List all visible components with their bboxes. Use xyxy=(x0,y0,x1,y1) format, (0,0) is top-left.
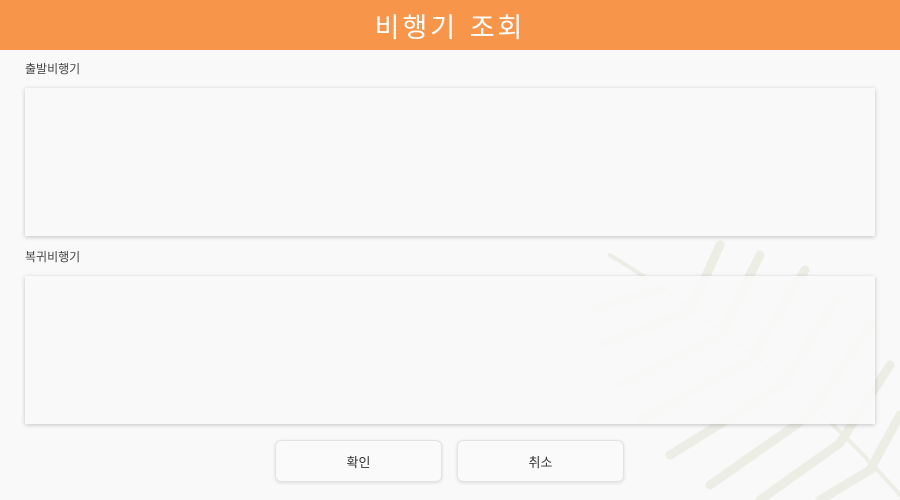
page-title: 비행기 조회 xyxy=(374,12,526,44)
departure-flight-panel[interactable] xyxy=(25,88,875,236)
app-header: 비행기 조회 xyxy=(0,0,900,50)
departure-flight-label: 출발비행기 xyxy=(25,62,81,76)
return-flight-label: 복귀비행기 xyxy=(25,250,81,264)
return-flight-panel[interactable] xyxy=(25,276,875,424)
confirm-button[interactable]: 확인 xyxy=(275,440,442,482)
cancel-button[interactable]: 취소 xyxy=(457,440,624,482)
